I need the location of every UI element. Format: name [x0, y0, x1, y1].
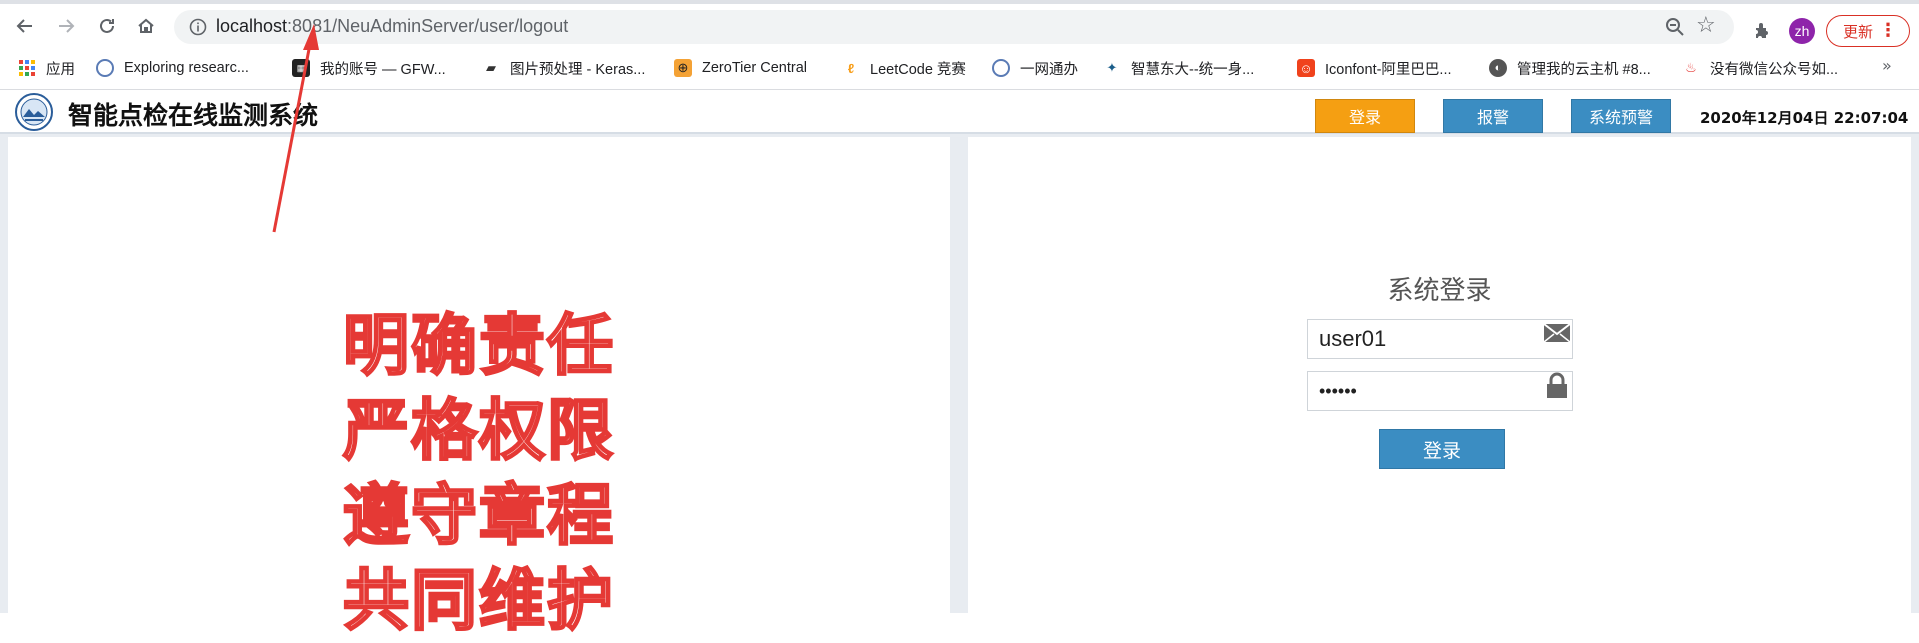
alarm-button[interactable]: 报警: [1443, 99, 1543, 133]
zoom-icon[interactable]: [1664, 16, 1686, 38]
app-title: 智能点检在线监测系统: [68, 101, 319, 130]
globe-dark-icon: ◐: [1489, 59, 1507, 77]
bookmark-item[interactable]: ▦ 我的账号 — GFW...: [292, 56, 446, 80]
login-title: 系统登录: [1387, 276, 1492, 306]
apps-grid-icon: [18, 59, 36, 77]
site-info-icon[interactable]: [188, 17, 208, 37]
bookmark-label: 应用: [46, 61, 75, 78]
header-login-button[interactable]: 登录: [1315, 99, 1415, 133]
username-field[interactable]: user01: [1307, 319, 1573, 359]
bookmark-item[interactable]: ♨ 没有微信公众号如...: [1682, 56, 1838, 80]
forward-icon[interactable]: [52, 12, 80, 40]
current-datetime: 2020年12月04日 22:07:04: [1700, 109, 1909, 127]
university-logo-icon: [15, 93, 53, 131]
bookmark-label: LeetCode 竞赛: [870, 61, 966, 78]
bookmark-item[interactable]: Exploring researc...: [96, 56, 249, 80]
browser-toolbar: localhost:8081/NeuAdminServer/user/logou…: [0, 6, 1919, 47]
url-path: :8081/NeuAdminServer/user/logout: [287, 16, 569, 36]
bookmark-label: ZeroTier Central: [702, 60, 808, 76]
url-text[interactable]: localhost:8081/NeuAdminServer/user/logou…: [216, 16, 568, 37]
bookmark-item[interactable]: ✦ 智慧东大--统一身...: [1103, 56, 1255, 80]
bookmarks-bar: 应用 Exploring researc... ▦ 我的账号 — GFW... …: [0, 52, 1919, 84]
globe-icon: [96, 59, 114, 77]
leetcode-icon: ℓ: [847, 60, 855, 76]
book-icon: ▰: [486, 60, 496, 75]
browser-chrome: localhost:8081/NeuAdminServer/user/logou…: [0, 0, 1919, 90]
bookmark-item[interactable]: 一网通办: [992, 56, 1078, 80]
globe-icon: [992, 59, 1010, 77]
iconfont-icon: ☺: [1297, 59, 1315, 77]
main-content: 明确责任 严格权限 遵守章程 共同维护 系统登录 user01 •••••• 登…: [0, 134, 1919, 640]
home-icon[interactable]: [132, 12, 160, 40]
url-host: localhost: [216, 16, 288, 36]
bookmarks-overflow-button[interactable]: »: [1882, 56, 1892, 75]
bookmark-label: 图片预处理 - Keras...: [510, 61, 646, 78]
tab-strip: [0, 0, 1919, 4]
bookmark-label: Exploring researc...: [124, 60, 249, 76]
bookmark-label: 一网通办: [1020, 61, 1078, 78]
update-button[interactable]: 更新 ⋮: [1826, 15, 1910, 47]
bookmark-item[interactable]: ⊕ ZeroTier Central: [674, 56, 807, 80]
slogan-line: 明确责任: [342, 306, 615, 386]
menu-dots-icon[interactable]: ⋮: [1879, 20, 1897, 41]
slogan-line: 共同维护: [342, 561, 615, 641]
bookmark-label: 管理我的云主机 #8...: [1517, 61, 1651, 78]
flame-icon: ♨: [1685, 60, 1697, 75]
gfw-icon: ▦: [292, 59, 310, 77]
profile-avatar[interactable]: zh: [1789, 18, 1815, 44]
system-warning-button[interactable]: 系统预警: [1571, 99, 1671, 133]
username-value: user01: [1319, 326, 1387, 351]
bookmark-label: 我的账号 — GFW...: [320, 61, 446, 78]
zerotier-icon: ⊕: [674, 59, 692, 77]
bookmark-label: 没有微信公众号如...: [1710, 61, 1839, 78]
bookmark-star-icon[interactable]: ☆: [1696, 14, 1720, 38]
password-field[interactable]: ••••••: [1307, 371, 1573, 411]
compass-icon: ✦: [1106, 60, 1118, 75]
app-header: 智能点检在线监测系统 登录 报警 系统预警 2020年12月04日 22:07:…: [0, 90, 1919, 134]
bookmark-label: 智慧东大--统一身...: [1131, 61, 1255, 78]
bookmark-label: Iconfont-阿里巴巴...: [1325, 61, 1452, 78]
slogan-line: 遵守章程: [342, 476, 615, 556]
bookmark-item[interactable]: ☺ Iconfont-阿里巴巴...: [1297, 56, 1452, 80]
lock-icon: [1547, 372, 1567, 398]
bookmark-item[interactable]: ◐ 管理我的云主机 #8...: [1489, 56, 1651, 80]
extensions-puzzle-icon[interactable]: [1752, 20, 1774, 42]
login-submit-button[interactable]: 登录: [1379, 429, 1505, 469]
password-value: ••••••: [1319, 381, 1357, 401]
slogan-line: 严格权限: [342, 391, 615, 471]
login-panel: 系统登录 user01 •••••• 登录: [968, 137, 1911, 613]
envelope-icon: [1543, 323, 1571, 343]
slogan-panel: 明确责任 严格权限 遵守章程 共同维护: [8, 137, 950, 640]
bookmark-apps[interactable]: 应用: [18, 56, 75, 80]
address-bar[interactable]: localhost:8081/NeuAdminServer/user/logou…: [174, 10, 1734, 44]
bookmark-item[interactable]: ▰ 图片预处理 - Keras...: [482, 56, 645, 80]
back-icon[interactable]: [11, 12, 39, 40]
reload-icon[interactable]: [93, 12, 121, 40]
bookmark-item[interactable]: ℓ LeetCode 竞赛: [842, 56, 966, 80]
update-label: 更新: [1843, 22, 1874, 41]
